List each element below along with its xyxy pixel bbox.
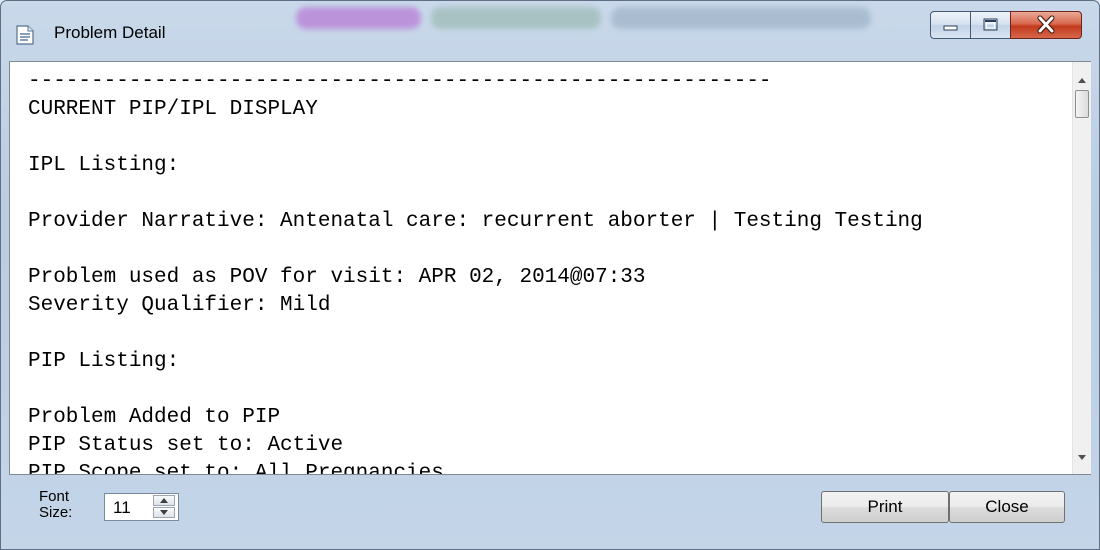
- close-button[interactable]: Close: [949, 491, 1065, 523]
- report-line: ----------------------------------------…: [28, 70, 772, 93]
- report-line: Problem Added to PIP: [28, 406, 281, 429]
- background-blur: [611, 7, 871, 29]
- report-text-area[interactable]: ----------------------------------------…: [10, 62, 1072, 474]
- scroll-down-arrow-icon[interactable]: [1078, 455, 1086, 460]
- chevron-down-icon: [160, 510, 168, 515]
- maximize-icon: [983, 18, 998, 31]
- problem-detail-window: Problem Detail -------------------------…: [0, 0, 1100, 550]
- footer-bar: Font Size: 11 Print Close: [9, 475, 1091, 545]
- chevron-up-icon: [160, 498, 168, 503]
- maximize-button[interactable]: [970, 11, 1011, 39]
- background-blur: [431, 7, 601, 29]
- report-text-box[interactable]: ----------------------------------------…: [9, 61, 1091, 475]
- vertical-scrollbar[interactable]: [1072, 62, 1091, 474]
- title-bar[interactable]: Problem Detail: [1, 1, 1099, 61]
- report-line: PIP Scope set to: All Pregnancies: [28, 462, 444, 474]
- report-line: IPL Listing:: [28, 154, 180, 177]
- increment-button[interactable]: [153, 495, 175, 506]
- window-title: Problem Detail: [54, 23, 166, 42]
- document-icon: [16, 25, 34, 45]
- minimize-icon: [943, 25, 958, 31]
- font-size-value[interactable]: 11: [113, 498, 131, 518]
- scroll-up-arrow-icon[interactable]: [1078, 78, 1086, 83]
- scrollbar-thumb[interactable]: [1075, 90, 1089, 118]
- stepper-buttons: [153, 495, 177, 519]
- report-line: PIP Status set to: Active: [28, 434, 344, 457]
- font-size-stepper[interactable]: 11: [104, 493, 179, 521]
- report-line: Severity Qualifier: Mild: [28, 294, 331, 317]
- report-line: CURRENT PIP/IPL DISPLAY: [28, 98, 318, 121]
- print-button[interactable]: Print: [821, 491, 949, 523]
- font-size-label-text: Font Size:: [39, 488, 73, 521]
- minimize-button[interactable]: [930, 11, 971, 39]
- window-close-button[interactable]: [1010, 11, 1082, 39]
- close-icon: [1037, 15, 1055, 34]
- background-blur: [296, 7, 421, 29]
- font-size-label: Font Size:: [39, 489, 72, 521]
- decrement-button[interactable]: [153, 507, 175, 518]
- report-line: Problem used as POV for visit: APR 02, 2…: [28, 266, 646, 289]
- report-line: PIP Listing:: [28, 350, 180, 373]
- report-line: Provider Narrative: Antenatal care: recu…: [28, 210, 923, 233]
